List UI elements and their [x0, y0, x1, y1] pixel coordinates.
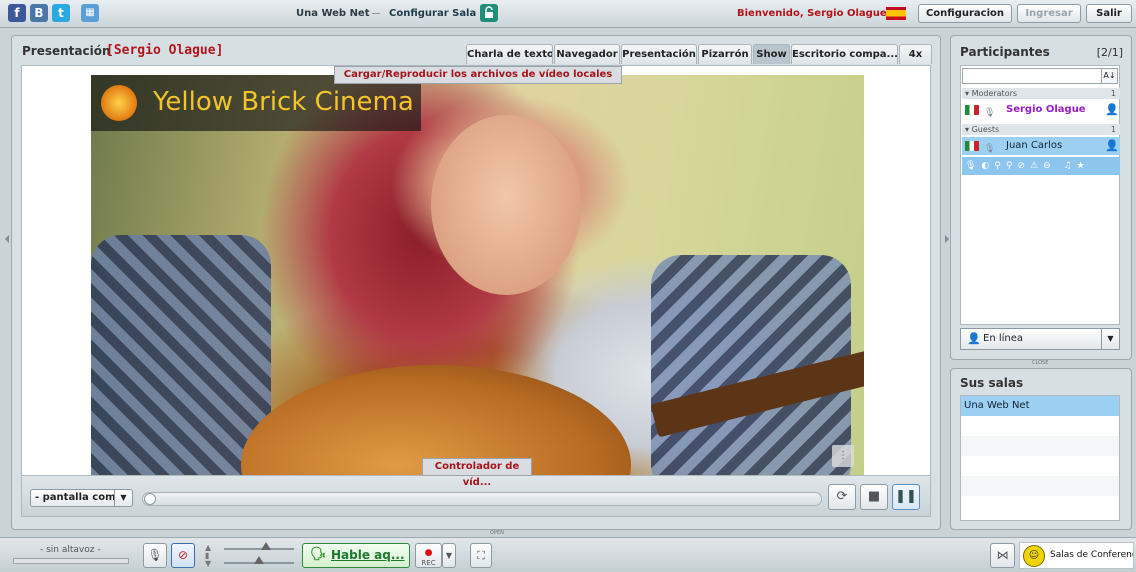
- mic-icon: 🎙: [984, 108, 996, 118]
- participants-panel: Participantes [2/1] A↓ ▾ Moderators 1 🎙 S…: [950, 35, 1132, 360]
- stop-button[interactable]: ■: [860, 484, 888, 510]
- twitter-icon[interactable]: t: [52, 4, 70, 22]
- spain-flag-icon[interactable]: [886, 7, 906, 20]
- participant-name: Sergio Olague: [1006, 104, 1086, 115]
- equalizer-icon[interactable]: ⫶: [832, 445, 854, 467]
- mic-icon: 🎙: [984, 144, 996, 154]
- group-count: 1: [1110, 125, 1116, 134]
- record-button[interactable]: ● REC: [415, 543, 442, 568]
- list-spacer: [961, 476, 1119, 496]
- brand-text: Salas de Conferencias.com: [1050, 550, 1133, 560]
- lock-icon[interactable]: [480, 4, 498, 22]
- seek-handle[interactable]: [144, 493, 156, 505]
- share-icon[interactable]: ⋈: [990, 543, 1015, 568]
- configure-room-link[interactable]: Configurar Sala: [389, 8, 476, 19]
- mexico-flag-icon: [965, 141, 979, 151]
- record-dot-icon: ●: [424, 548, 433, 558]
- mexico-flag-icon: [965, 105, 979, 115]
- speak-label: Hable aq...: [331, 548, 405, 562]
- presenter-name: [Sergio Olague]: [106, 43, 224, 58]
- participants-count: [2/1]: [1096, 46, 1123, 59]
- screen-mode-select[interactable]: - pantalla com ▼: [30, 489, 133, 507]
- participant-row[interactable]: 🎙 Juan Carlos 👤: [962, 137, 1120, 155]
- rooms-panel: Sus salas Una Web Net: [950, 368, 1132, 530]
- enter-button[interactable]: Ingresar: [1017, 4, 1081, 23]
- audio-level-meter: [13, 558, 129, 564]
- microphone-button[interactable]: 🎙: [143, 543, 167, 568]
- status-value: En línea: [983, 333, 1024, 344]
- chevron-down-icon: ▼: [1101, 329, 1119, 349]
- video-content: [431, 115, 581, 295]
- record-label: REC: [421, 559, 436, 567]
- pause-button[interactable]: ❚❚: [892, 484, 920, 510]
- close-handle[interactable]: CLOSE: [1032, 360, 1048, 366]
- rooms-title: Sus salas: [960, 376, 1024, 390]
- participant-tools[interactable]: 🎙◐⚲⚲⊘⚠⊖ ♫★: [962, 157, 1120, 175]
- rooms-list: Una Web Net: [960, 395, 1120, 521]
- tab-desktop-share[interactable]: Escritorio compa...: [791, 44, 898, 64]
- participant-name: Juan Carlos: [1006, 140, 1063, 151]
- room-item[interactable]: Una Web Net: [961, 396, 1119, 416]
- tab-browser[interactable]: Navegador: [554, 44, 620, 64]
- video-frame[interactable]: Yellow Brick Cinema ⫶: [91, 75, 864, 477]
- mic-volume-slider[interactable]: [224, 548, 294, 550]
- configuration-button[interactable]: Configuracion: [918, 4, 1012, 23]
- room-name: Una Web Net: [296, 8, 370, 19]
- top-bar: f B t ▦ Una Web Net Configurar Sala Bien…: [0, 0, 1136, 28]
- smiley-logo-icon: ☺: [1023, 545, 1045, 567]
- load-video-tooltip[interactable]: Cargar/Reproducir los archivos de vídeo …: [334, 66, 622, 84]
- group-label: Moderators: [971, 89, 1018, 98]
- group-label: Guests: [971, 125, 1000, 134]
- meditation-logo-icon: [101, 85, 137, 121]
- video-content: [91, 235, 271, 477]
- list-spacer: [961, 436, 1119, 456]
- open-handle[interactable]: OPEN: [490, 530, 504, 536]
- participant-row[interactable]: 🎙 Sergio Olague 👤: [962, 101, 1120, 119]
- group-header[interactable]: ▾ Moderators 1: [962, 88, 1120, 99]
- speaker-volume-handle[interactable]: [254, 556, 264, 564]
- mic-volume-handle[interactable]: [261, 542, 271, 550]
- bottom-bar: - sin altavoz - 🎙 ⊘ ▲ ▮ ▼ 🗣 Hable aq... ● …: [0, 537, 1136, 572]
- speaker-status: - sin altavoz -: [40, 545, 101, 555]
- welcome-text: Bienvenido, Sergio Olague: [737, 8, 887, 19]
- user-online-icon: 👤: [967, 332, 981, 345]
- screen-mode-value: - pantalla com: [35, 492, 116, 503]
- tab-more[interactable]: 4x: [899, 44, 932, 64]
- tab-whiteboard[interactable]: Pizarrón: [698, 44, 752, 64]
- seek-bar[interactable]: [142, 492, 822, 506]
- sort-icon[interactable]: A↓: [1101, 68, 1118, 84]
- reload-button[interactable]: ⟳: [828, 484, 856, 510]
- talk-icon: 🗣: [310, 547, 327, 562]
- chevron-down-icon: ▼: [114, 490, 132, 506]
- fullscreen-icon[interactable]: ⛶: [470, 543, 492, 568]
- video-logo-text: Yellow Brick Cinema: [153, 87, 414, 117]
- user-icon: 👤: [1105, 139, 1119, 152]
- volume-icon: ▲ ▮ ▼: [205, 543, 212, 568]
- facebook-icon[interactable]: f: [8, 4, 26, 22]
- grid-icon[interactable]: ▦: [81, 4, 99, 22]
- brand-logo[interactable]: ☺ Salas de Conferencias.com: [1019, 542, 1134, 569]
- tab-presentation[interactable]: Presentación: [621, 44, 697, 64]
- vk-icon[interactable]: B: [30, 4, 48, 22]
- video-stage: Yellow Brick Cinema ⫶: [21, 65, 931, 515]
- mute-camera-button[interactable]: ⊘: [171, 543, 195, 568]
- participants-list: A↓ ▾ Moderators 1 🎙 Sergio Olague 👤 ▾ Gue…: [960, 65, 1120, 325]
- status-select[interactable]: 👤 En línea ▼: [960, 328, 1120, 350]
- exit-button[interactable]: Salir: [1086, 4, 1132, 23]
- group-header[interactable]: ▾ Guests 1: [962, 124, 1120, 135]
- tab-text-chat[interactable]: Charla de texto: [466, 44, 553, 64]
- presentation-panel: Presentación [Sergio Olague] Charla de t…: [11, 35, 941, 530]
- video-controller-tooltip[interactable]: Controlador de víd...: [422, 458, 532, 488]
- presentation-title: Presentación: [22, 44, 111, 58]
- participant-search-input[interactable]: [962, 68, 1102, 84]
- participants-title: Participantes: [960, 45, 1050, 59]
- user-icon: 👤: [1105, 103, 1119, 116]
- record-options-button[interactable]: ▼: [442, 543, 456, 568]
- divider: [372, 13, 380, 14]
- group-count: 1: [1110, 89, 1116, 98]
- tab-show[interactable]: Show: [753, 44, 790, 64]
- speak-here-button[interactable]: 🗣 Hable aq...: [302, 543, 410, 568]
